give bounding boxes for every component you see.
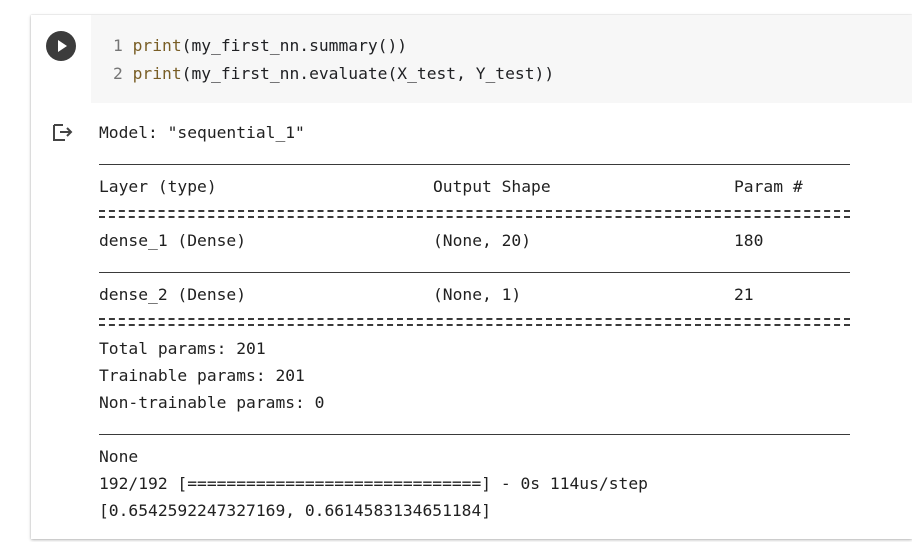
code-line[interactable]: 1 print(my_first_nn.summary()) [113, 32, 407, 60]
table-row-params: 21 [734, 285, 754, 304]
trainable-params: Trainable params: 201 [99, 366, 305, 385]
table-row-layer: dense_2 (Dense) [99, 285, 247, 304]
header-params: Param # [734, 177, 803, 196]
evaluate-result: [0.6542592247327169, 0.6614583134651184] [99, 501, 492, 520]
header-output-shape: Output Shape [433, 177, 551, 196]
notebook-code-cell: 1 print(my_first_nn.summary()) 2 print(m… [31, 15, 912, 539]
line-number: 1 [113, 36, 123, 55]
code-line[interactable]: 2 print(my_first_nn.evaluate(X_test, Y_t… [113, 60, 554, 88]
output-menu-icon[interactable] [52, 122, 74, 142]
table-row-output-shape: (None, 1) [433, 285, 522, 304]
code-function: print [132, 64, 182, 83]
table-separator [99, 272, 850, 273]
run-cell-button[interactable] [46, 31, 76, 61]
code-function: print [132, 36, 182, 55]
none-output: None [99, 447, 139, 466]
table-separator [99, 434, 850, 435]
non-trainable-params: Non-trainable params: 0 [99, 393, 325, 412]
cell-gutter [31, 15, 91, 103]
table-separator [99, 164, 850, 165]
table-double-separator [99, 318, 850, 326]
table-row-output-shape: (None, 20) [433, 231, 532, 250]
line-number: 2 [113, 64, 123, 83]
code-text: (my_first_nn.evaluate(X_test, Y_test)) [181, 64, 555, 83]
code-editor[interactable]: 1 print(my_first_nn.summary()) 2 print(m… [91, 15, 912, 103]
table-row-params: 180 [734, 231, 764, 250]
header-layer: Layer (type) [99, 177, 217, 196]
evaluate-progress: 192/192 [==============================]… [99, 474, 648, 493]
table-double-separator [99, 210, 850, 218]
code-text: (my_first_nn.summary()) [181, 36, 408, 55]
table-row-layer: dense_1 (Dense) [99, 231, 247, 250]
total-params: Total params: 201 [99, 339, 266, 358]
model-name-line: Model: "sequential_1" [99, 123, 305, 142]
